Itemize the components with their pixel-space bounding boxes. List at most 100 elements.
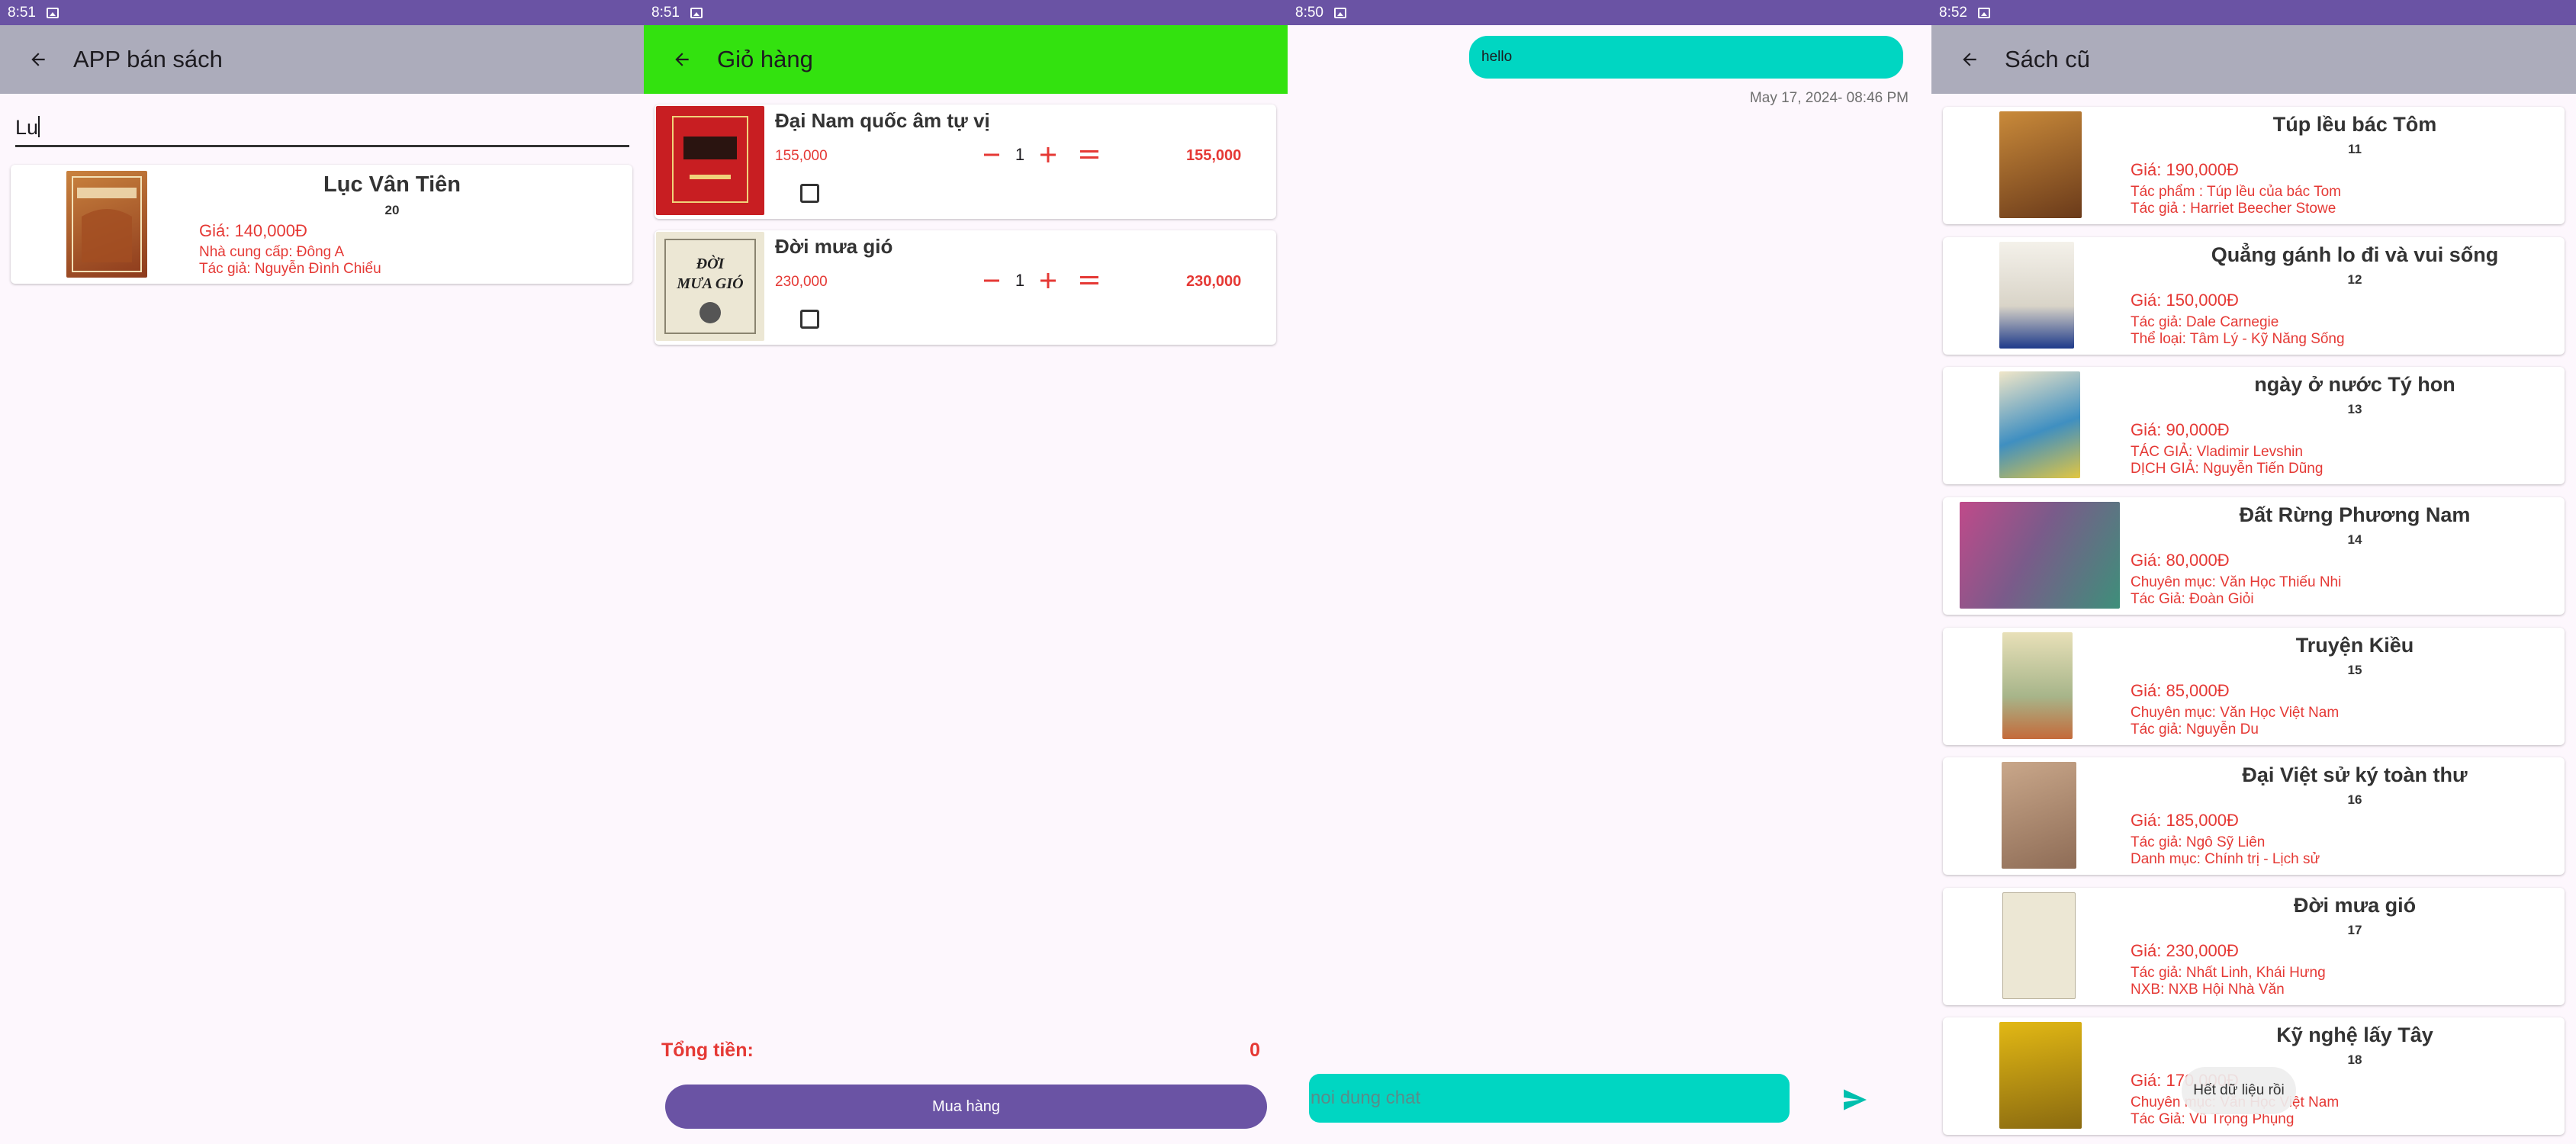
book-id: 18 bbox=[2347, 1052, 2362, 1067]
book-card[interactable]: Đất Rừng Phương Nam 14 Giá: 80,000Đ Chuy… bbox=[1943, 497, 2565, 615]
image-notification-icon bbox=[1977, 7, 1990, 18]
search-screen: 8:51 APP bán sách Lu Lục Vân Tiên 20 Giá… bbox=[0, 0, 644, 1144]
status-bar: 8:51 bbox=[644, 0, 1288, 25]
book-id: 13 bbox=[2347, 402, 2362, 416]
status-time: 8:51 bbox=[8, 4, 36, 21]
book-cover-image bbox=[1999, 1022, 2082, 1129]
book-price: Giá: 85,000Đ bbox=[2131, 681, 2230, 700]
book-author: Tác giả: Nguyễn Đình Chiểu bbox=[199, 261, 381, 277]
used-books-screen: 8:52 Sách cũ Túp lều bác Tôm 11 Giá: 190… bbox=[1931, 0, 2576, 1144]
svg-text:ĐỜI: ĐỜI bbox=[696, 254, 725, 272]
book-line-1: Tác giả: Ngô Sỹ Liên bbox=[2131, 834, 2266, 850]
book-id: 15 bbox=[2347, 663, 2362, 677]
back-arrow-icon[interactable] bbox=[1951, 41, 1988, 78]
quantity-value: 1 bbox=[1015, 271, 1025, 290]
buy-button[interactable]: Mua hàng bbox=[665, 1085, 1267, 1129]
back-arrow-icon[interactable] bbox=[664, 41, 700, 78]
book-result-card[interactable]: Lục Vân Tiên 20 Giá: 140,000Đ Nhà cung c… bbox=[11, 165, 632, 284]
book-cover-image bbox=[1999, 371, 2080, 478]
book-line-1: Tác giả: Nhất Linh, Khái Hưng bbox=[2131, 965, 2326, 981]
book-card[interactable]: Túp lều bác Tôm 11 Giá: 190,000Đ Tác phẩ… bbox=[1943, 107, 2565, 224]
checkbox-icon[interactable] bbox=[800, 310, 819, 329]
plus-icon[interactable] bbox=[1033, 140, 1063, 170]
book-supplier: Nhà cung cấp: Đông A bbox=[199, 244, 345, 260]
book-line-2: Danh mục: Chính trị - Lịch sử bbox=[2131, 851, 2320, 867]
status-time: 8:51 bbox=[651, 4, 680, 21]
book-line-2: Thể loại: Tâm Lý - Kỹ Năng Sống bbox=[2131, 331, 2345, 347]
book-line-2: DỊCH GIẢ: Nguyễn Tiến Dũng bbox=[2131, 461, 2324, 477]
book-id: 17 bbox=[2347, 923, 2362, 937]
back-arrow-icon[interactable] bbox=[20, 41, 56, 78]
app-bar: Sách cũ bbox=[1931, 25, 2576, 94]
book-card[interactable]: ngày ở nước Tý hon 13 Giá: 90,000Đ TÁC G… bbox=[1943, 367, 2565, 484]
minus-icon[interactable] bbox=[976, 265, 1007, 296]
status-bar: 8:52 bbox=[1931, 0, 2576, 25]
book-line-2: Tác giả : Harriet Beecher Stowe bbox=[2131, 201, 2336, 217]
book-cover-image bbox=[1999, 242, 2074, 349]
image-notification-icon bbox=[690, 7, 703, 18]
status-time: 8:50 bbox=[1295, 4, 1323, 21]
quantity-value: 1 bbox=[1015, 145, 1025, 164]
book-cover-image bbox=[66, 171, 147, 278]
book-title: Đời mưa gió bbox=[2293, 894, 2417, 917]
chat-input-placeholder: noi dung chat bbox=[1311, 1088, 1421, 1108]
chat-message-bubble: hello bbox=[1469, 36, 1903, 79]
cart-item-total: 230,000 bbox=[1186, 273, 1242, 290]
book-cover-image bbox=[2002, 762, 2076, 869]
book-title: Lục Vân Tiên bbox=[323, 172, 461, 197]
book-card[interactable]: Quẳng gánh lo đi và vui sống 12 Giá: 150… bbox=[1943, 237, 2565, 355]
book-line-1: Chuyên mục: Văn Học Thiếu Nhi bbox=[2131, 574, 2342, 590]
quantity-stepper: 1 bbox=[976, 265, 1105, 296]
quantity-stepper: 1 bbox=[976, 140, 1105, 170]
cart-item-name: Đời mưa gió bbox=[775, 235, 893, 258]
book-card[interactable]: Đời mưa gió 17 Giá: 230,000Đ Tác giả: Nh… bbox=[1943, 888, 2565, 1005]
book-price: Giá: 230,000Đ bbox=[2131, 941, 2239, 960]
book-price: Giá: 90,000Đ bbox=[2131, 420, 2230, 439]
cart-item: Đại Nam quốc âm tự vị 155,000 1 155,000 bbox=[654, 104, 1276, 219]
app-bar: Giỏ hàng bbox=[644, 25, 1288, 94]
svg-text:MƯA GIÓ: MƯA GIÓ bbox=[676, 274, 743, 292]
status-bar: 8:50 bbox=[1288, 0, 1931, 25]
chat-input[interactable]: noi dung chat bbox=[1309, 1074, 1790, 1123]
book-title: ngày ở nước Tý hon bbox=[2254, 373, 2455, 396]
book-line-2: NXB: NXB Hội Nhà Văn bbox=[2131, 982, 2285, 998]
book-id: 12 bbox=[2347, 272, 2362, 287]
book-cover-image bbox=[1999, 111, 2082, 218]
chat-screen: 8:50 hello May 17, 2024- 08:46 PM noi du… bbox=[1288, 0, 1931, 1144]
send-icon[interactable] bbox=[1838, 1083, 1872, 1117]
book-card[interactable]: Đại Việt sử ký toàn thư 16 Giá: 185,000Đ… bbox=[1943, 757, 2565, 875]
page-title: Giỏ hàng bbox=[717, 46, 813, 72]
book-line-1: Chuyên mục: Văn Học Việt Nam bbox=[2131, 705, 2340, 721]
book-title: Đại Việt sử ký toàn thư bbox=[2242, 763, 2468, 786]
book-cover-image bbox=[2002, 632, 2073, 739]
book-price: Giá: 185,000Đ bbox=[2131, 811, 2239, 830]
book-price: Giá: 190,000Đ bbox=[2131, 160, 2239, 179]
search-input[interactable]: Lu bbox=[15, 116, 40, 140]
checkbox-icon[interactable] bbox=[800, 184, 819, 203]
book-price: Giá: 140,000Đ bbox=[199, 221, 307, 240]
cart-item: ĐỜI MƯA GIÓ Đời mưa gió 230,000 1 230,000 bbox=[654, 230, 1276, 345]
page-title: APP bán sách bbox=[73, 46, 223, 72]
cart-item-price: 230,000 bbox=[775, 274, 828, 290]
book-price: Giá: 150,000Đ bbox=[2131, 291, 2239, 310]
minus-icon[interactable] bbox=[976, 140, 1007, 170]
book-card[interactable]: Truyện Kiều 15 Giá: 85,000Đ Chuyên mục: … bbox=[1943, 628, 2565, 745]
image-notification-icon bbox=[46, 7, 59, 18]
equals-icon bbox=[1074, 140, 1105, 170]
app-bar: APP bán sách bbox=[0, 25, 644, 94]
book-title: Quẳng gánh lo đi và vui sống bbox=[2211, 243, 2499, 266]
book-line-1: Tác giả: Dale Carnegie bbox=[2131, 314, 2279, 330]
search-input-value: Lu bbox=[15, 116, 39, 139]
search-underline bbox=[15, 145, 629, 147]
book-title: Truyện Kiều bbox=[2295, 634, 2414, 657]
total-label: Tổng tiền: bbox=[661, 1040, 754, 1061]
total-value: 0 bbox=[1249, 1040, 1260, 1061]
book-title: Đất Rừng Phương Nam bbox=[2239, 503, 2471, 526]
book-line-1: TÁC GIẢ: Vladimir Levshin bbox=[2131, 444, 2303, 460]
book-id: 16 bbox=[2347, 792, 2362, 807]
chat-timestamp: May 17, 2024- 08:46 PM bbox=[1749, 90, 1909, 106]
image-notification-icon bbox=[1333, 7, 1346, 18]
book-id: 20 bbox=[384, 203, 400, 217]
plus-icon[interactable] bbox=[1033, 265, 1063, 296]
page-title: Sách cũ bbox=[2005, 46, 2091, 72]
